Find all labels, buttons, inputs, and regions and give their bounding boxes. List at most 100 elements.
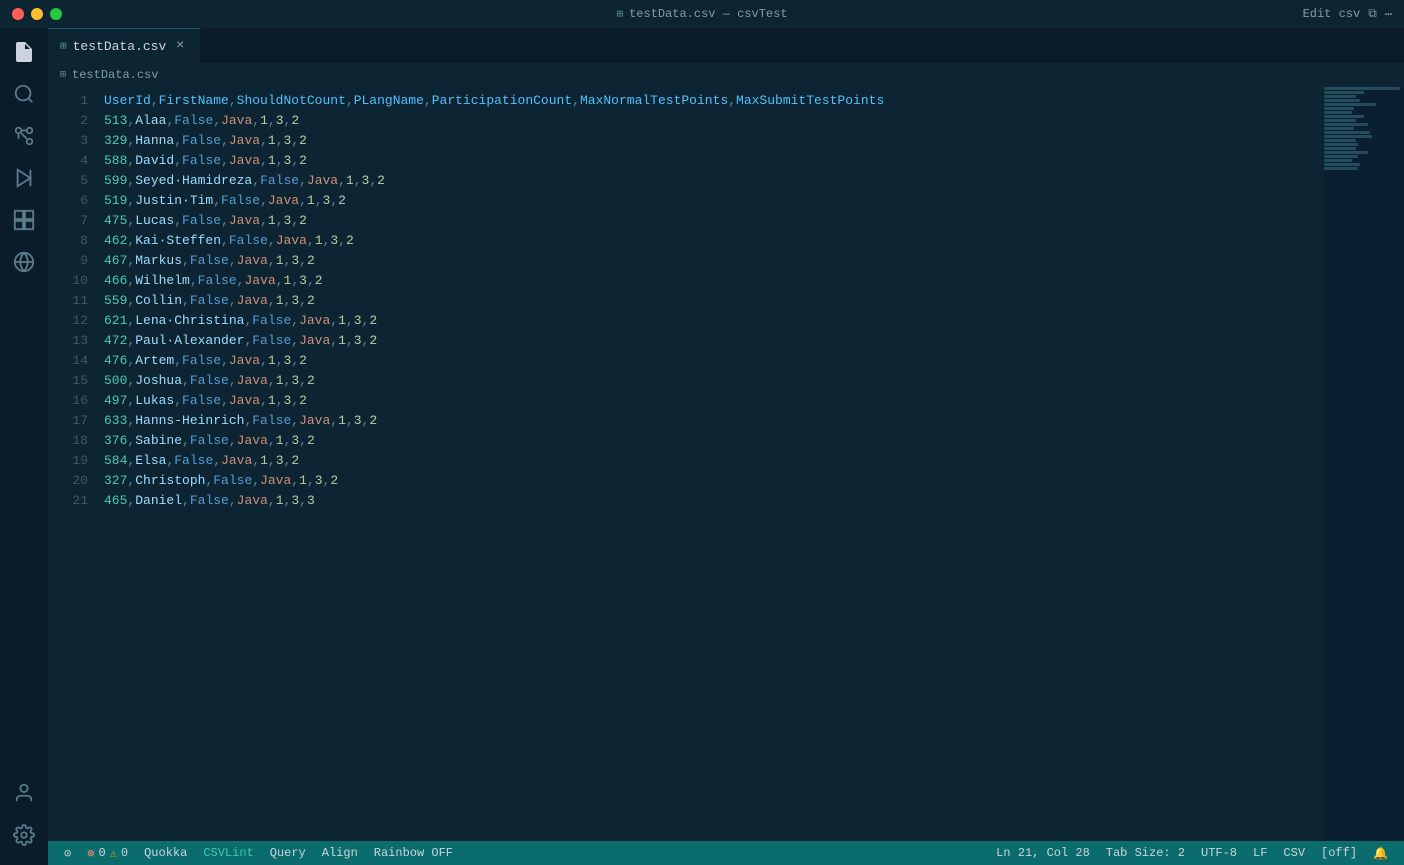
cell-id: 513 [104,113,127,128]
cell-n3: 2 [307,293,315,308]
status-notifications[interactable]: 🔔 [1365,841,1396,865]
cell-n3: 2 [299,393,307,408]
activity-run-icon[interactable] [4,158,44,198]
cell-n1: 1 [276,433,284,448]
code-line-15[interactable]: 500,Joshua,False,Java,1,3,2 [96,371,1324,391]
line-number-4: 4 [48,151,88,171]
minimize-button[interactable] [31,8,43,20]
code-line-7[interactable]: 475,Lucas,False,Java,1,3,2 [96,211,1324,231]
more-actions-icon[interactable]: ⋯ [1385,7,1392,22]
activity-source-control-icon[interactable] [4,116,44,156]
cell-n1: 1 [315,233,323,248]
line-number-18: 18 [48,431,88,451]
status-csvlint[interactable]: CSVLint [195,841,261,865]
status-language[interactable]: CSV [1275,841,1313,865]
code-line-2[interactable]: 513,Alaa,False,Java,1,3,2 [96,111,1324,131]
status-tab-size[interactable]: Tab Size: 2 [1098,841,1193,865]
cell-id: 466 [104,273,127,288]
activity-account-icon[interactable] [4,773,44,813]
cell-name: Hanns-Heinrich [135,413,244,428]
minimap-line-12 [1324,131,1370,134]
code-line-4[interactable]: 588,David,False,Java,1,3,2 [96,151,1324,171]
cell-bool: False [182,153,221,168]
activity-files-icon[interactable] [4,32,44,72]
activity-settings-icon[interactable] [4,815,44,855]
cell-n3: 3 [307,493,315,508]
cell-id: 633 [104,413,127,428]
status-line-ending[interactable]: LF [1245,841,1275,865]
cell-name: Hanna [135,133,174,148]
cell-n1: 1 [268,153,276,168]
code-line-14[interactable]: 476,Artem,False,Java,1,3,2 [96,351,1324,371]
code-line-3[interactable]: 329,Hanna,False,Java,1,3,2 [96,131,1324,151]
cell-bool: False [182,393,221,408]
line-number-3: 3 [48,131,88,151]
cell-n2: 3 [291,253,299,268]
code-line-5[interactable]: 599,Seyed·Hamidreza,False,Java,1,3,2 [96,171,1324,191]
code-line-6[interactable]: 519,Justin·Tim,False,Java,1,3,2 [96,191,1324,211]
cell-bool: False [252,333,291,348]
cell-bool: False [190,253,229,268]
cell-id: 588 [104,153,127,168]
tab-close-button[interactable]: × [172,38,188,54]
code-line-13[interactable]: 472,Paul·Alexander,False,Java,1,3,2 [96,331,1324,351]
cell-id: 475 [104,213,127,228]
close-button[interactable] [12,8,24,20]
cell-n2: 3 [291,373,299,388]
cell-id: 465 [104,493,127,508]
edit-csv-button[interactable]: Edit csv [1303,7,1361,21]
code-line-12[interactable]: 621,Lena·Christina,False,Java,1,3,2 [96,311,1324,331]
code-line-11[interactable]: 559,Collin,False,Java,1,3,2 [96,291,1324,311]
cell-bool: False [190,493,229,508]
header-text: UserId,FirstName,ShouldNotCount,PLangNam… [104,93,884,108]
line-number-14: 14 [48,351,88,371]
cell-n1: 1 [268,133,276,148]
line-number-7: 7 [48,211,88,231]
status-remote[interactable]: ⊙ [56,841,79,865]
cell-n1: 1 [268,393,276,408]
editor-content[interactable]: 123456789101112131415161718192021 UserId… [48,87,1404,841]
line-number-10: 10 [48,271,88,291]
status-rainbow[interactable]: Rainbow OFF [366,841,461,865]
code-line-18[interactable]: 376,Sabine,False,Java,1,3,2 [96,431,1324,451]
cell-lang: Java [229,133,260,148]
tab-filename: testData.csv [73,39,167,54]
code-line-8[interactable]: 462,Kai·Steffen,False,Java,1,3,2 [96,231,1324,251]
code-line-16[interactable]: 497,Lukas,False,Java,1,3,2 [96,391,1324,411]
code-line-19[interactable]: 584,Elsa,False,Java,1,3,2 [96,451,1324,471]
split-editor-icon[interactable]: ⧉ [1368,7,1377,21]
cell-bool: False [182,133,221,148]
cell-n3: 2 [338,193,346,208]
cell-bool: False [198,273,237,288]
code-line-9[interactable]: 467,Markus,False,Java,1,3,2 [96,251,1324,271]
cell-bool: False [190,373,229,388]
status-align[interactable]: Align [314,841,366,865]
code-line-20[interactable]: 327,Christoph,False,Java,1,3,2 [96,471,1324,491]
cell-lang: Java [299,313,330,328]
line-number-21: 21 [48,491,88,511]
status-query[interactable]: Query [262,841,314,865]
cell-lang: Java [221,113,252,128]
code-line-21[interactable]: 465,Daniel,False,Java,1,3,3 [96,491,1324,511]
maximize-button[interactable] [50,8,62,20]
line-number-2: 2 [48,111,88,131]
minimap-line-10 [1324,123,1368,126]
code-line-10[interactable]: 466,Wilhelm,False,Java,1,3,2 [96,271,1324,291]
code-line-17[interactable]: 633,Hanns-Heinrich,False,Java,1,3,2 [96,411,1324,431]
activity-search-icon[interactable] [4,74,44,114]
activity-extensions-icon[interactable] [4,200,44,240]
error-count: 0 [98,846,105,860]
cell-n1: 1 [276,493,284,508]
code-editor[interactable]: UserId,FirstName,ShouldNotCount,PLangNam… [96,87,1324,841]
minimap-line-15 [1324,143,1358,146]
title-label: testData.csv — csvTest [629,7,787,21]
code-line-1[interactable]: UserId,FirstName,ShouldNotCount,PLangNam… [96,91,1324,111]
tab-testdata-csv[interactable]: ⊞ testData.csv × [48,28,201,63]
status-language-server[interactable]: Quokka [136,841,195,865]
cell-lang: Java [299,333,330,348]
status-errors[interactable]: ⊗ 0 ⚠ 0 [79,841,136,865]
status-cursor[interactable]: Ln 21, Col 28 [988,841,1098,865]
activity-remote-icon[interactable] [4,242,44,282]
status-encoding[interactable]: UTF-8 [1193,841,1245,865]
cell-lang: Java [276,233,307,248]
